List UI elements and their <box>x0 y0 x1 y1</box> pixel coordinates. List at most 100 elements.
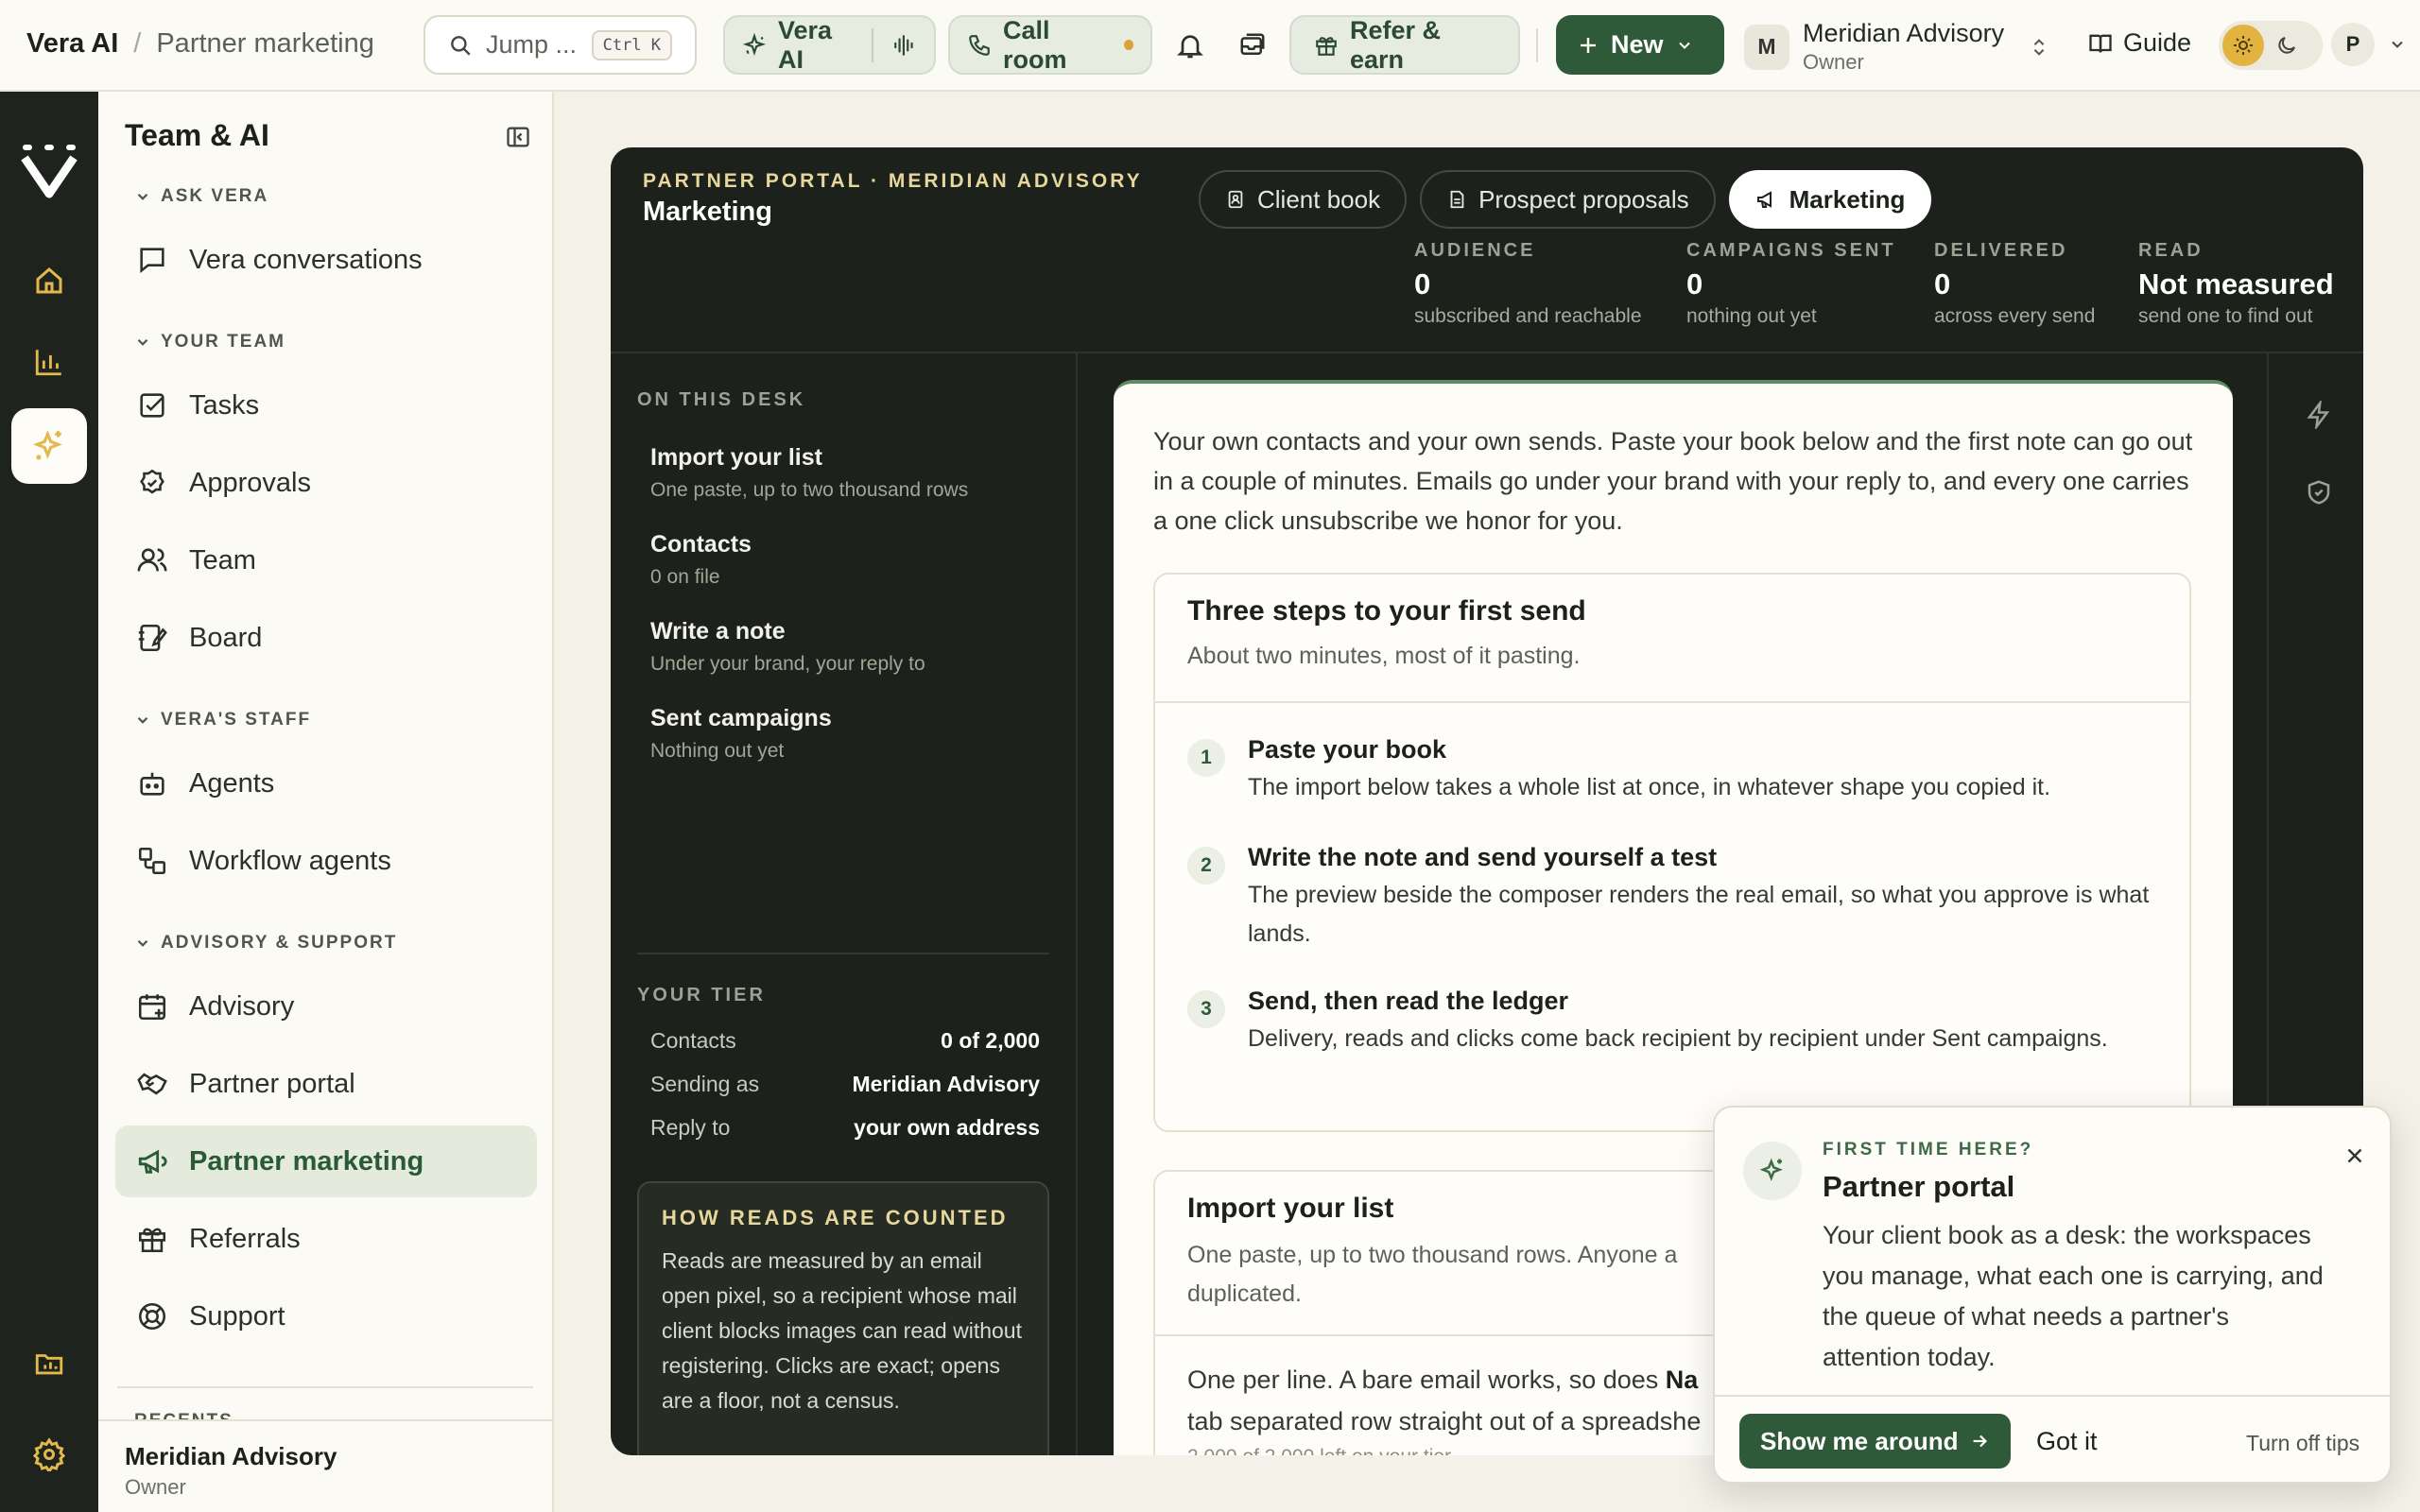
gift-icon <box>138 1228 166 1253</box>
step-desc: The preview beside the composer renders … <box>1248 882 2150 947</box>
step-number: 3 <box>1187 990 1225 1028</box>
sidebar-item-partner-marketing[interactable]: Partner marketing <box>115 1125 537 1197</box>
tab-marketing[interactable]: Marketing <box>1728 170 1932 229</box>
search-shortcut: Ctrl K <box>591 29 672 60</box>
import-subtitle-line-1: One paste, up to two thousand rows. Anyo… <box>1187 1242 1678 1268</box>
settings-gear-icon[interactable] <box>28 1434 70 1475</box>
folder-chart-icon[interactable] <box>28 1343 70 1384</box>
search-box[interactable]: Jump ... Ctrl K <box>424 15 697 75</box>
desk-link-write-note[interactable]: Write a note Under your brand, your repl… <box>650 618 925 676</box>
bot-icon <box>140 772 164 796</box>
divider <box>637 953 1049 954</box>
import-instructions-bold: Na <box>1665 1366 1699 1394</box>
sidebar-item-workflow-agents[interactable]: Workflow agents <box>115 825 537 897</box>
step-number: 2 <box>1187 847 1225 885</box>
bell-icon[interactable] <box>1171 26 1209 64</box>
sidebar-item-label: Vera conversations <box>189 244 423 275</box>
tab-prospect-proposals[interactable]: Prospect proposals <box>1420 170 1716 229</box>
section-label: ASK VERA <box>161 186 269 206</box>
panel-eyebrow: PARTNER PORTAL · MERIDIAN ADVISORY <box>643 170 1143 192</box>
stat-audience: AUDIENCE 0 subscribed and reachable <box>1414 240 1642 328</box>
panel-tabs: Client book Prospect proposals Marketing <box>1199 170 1932 229</box>
call-room-button[interactable]: Call room <box>948 15 1152 75</box>
guide-button[interactable]: Guide <box>2087 28 2191 58</box>
sidebar-item-advisory[interactable]: Advisory <box>115 971 537 1042</box>
sun-icon[interactable] <box>2222 25 2264 66</box>
home-icon[interactable] <box>28 260 70 301</box>
account-role: Owner <box>1803 50 1864 74</box>
tab-label: Client book <box>1257 184 1381 214</box>
tier-key: Reply to <box>650 1115 731 1140</box>
chat-bubble-icon <box>140 248 164 273</box>
note-body: Reads are measured by an email open pixe… <box>662 1248 1022 1413</box>
sidebar-item-support[interactable]: Support <box>115 1280 537 1352</box>
arrow-right-icon <box>1974 1435 1988 1448</box>
sidebar-item-team[interactable]: Team <box>115 524 537 596</box>
breadcrumb-page: Partner marketing <box>156 28 374 59</box>
account-switcher[interactable]: M Meridian Advisory Owner <box>1744 19 2049 75</box>
desk-link-import[interactable]: Import your list One paste, up to two th… <box>650 444 968 502</box>
sidebar-account-footer[interactable]: Meridian Advisory Owner <box>98 1419 552 1512</box>
inbox-icon[interactable] <box>1234 26 1271 64</box>
desk-link-contacts[interactable]: Contacts 0 on file <box>650 531 752 589</box>
sidebar-item-label: Partner portal <box>189 1068 355 1099</box>
tip-title: Partner portal <box>1823 1170 2015 1203</box>
analytics-icon[interactable] <box>28 341 70 383</box>
vera-ai-label: Vera AI <box>778 15 833 74</box>
voice-waveform-icon[interactable] <box>892 33 917 58</box>
breadcrumb-app[interactable]: Vera AI <box>26 28 118 60</box>
vera-logo[interactable] <box>21 143 78 199</box>
user-avatar: P <box>2331 23 2375 66</box>
account-name: Meridian Advisory <box>1803 19 2005 47</box>
tip-body: Your client book as a desk: the workspac… <box>1823 1221 2324 1371</box>
collapse-sidebar-icon[interactable] <box>505 124 531 150</box>
show-me-around-button[interactable]: Show me around <box>1739 1414 2012 1469</box>
stat-sub: across every send <box>1934 305 2096 327</box>
desk-eyebrow: ON THIS DESK <box>637 389 806 410</box>
status-dot <box>1124 40 1133 50</box>
account-avatar: M <box>1744 24 1789 70</box>
desk-link-sent-campaigns[interactable]: Sent campaigns Nothing out yet <box>650 705 832 763</box>
moon-icon[interactable] <box>2275 34 2298 57</box>
tab-label: Prospect proposals <box>1478 184 1689 214</box>
sidebar-item-agents[interactable]: Agents <box>115 747 537 819</box>
user-menu[interactable]: P <box>2331 23 2407 66</box>
app-rail <box>0 92 98 1512</box>
sidebar-item-tasks[interactable]: Tasks <box>115 369 537 441</box>
turn-off-tips-button[interactable]: Turn off tips <box>2246 1431 2360 1456</box>
theme-toggle[interactable] <box>2219 21 2323 70</box>
stat-value: 0 <box>1686 267 1703 301</box>
first-time-tip-popover: FIRST TIME HERE? Partner portal Your cli… <box>1713 1106 2392 1484</box>
search-icon <box>448 33 473 58</box>
tier-key: Contacts <box>650 1028 736 1053</box>
checkbox-icon <box>140 393 164 418</box>
new-button[interactable]: New <box>1556 15 1724 75</box>
section-label: VERA'S STAFF <box>161 710 312 730</box>
first-send-steps: Three steps to your first send About two… <box>1153 573 2191 1132</box>
shield-check-icon[interactable] <box>2305 478 2333 507</box>
vera-ai-button[interactable]: Vera AI <box>723 15 936 75</box>
lightning-icon[interactable] <box>2305 401 2333 429</box>
sidebar-item-referrals[interactable]: Referrals <box>115 1203 537 1275</box>
tab-client-book[interactable]: Client book <box>1199 170 1408 229</box>
sidebar-item-label: Partner marketing <box>189 1145 424 1177</box>
close-icon[interactable] <box>2342 1143 2367 1168</box>
sidebar-item-label: Workflow agents <box>189 845 391 876</box>
section-your-team[interactable]: YOUR TEAM <box>134 332 285 352</box>
desk-link-sub: Nothing out yet <box>650 740 785 762</box>
got-it-button[interactable]: Got it <box>2036 1427 2098 1456</box>
sidebar-item-approvals[interactable]: Approvals <box>115 447 537 519</box>
section-advisory-support[interactable]: ADVISORY & SUPPORT <box>134 933 397 954</box>
sidebar-item-board[interactable]: Board <box>115 602 537 674</box>
section-ask-vera[interactable]: ASK VERA <box>134 186 268 207</box>
refer-earn-button[interactable]: Refer & earn <box>1289 15 1520 75</box>
stat-label: READ <box>2138 240 2204 261</box>
sparkle-icon <box>742 32 767 58</box>
step-title: Send, then read the ledger <box>1248 987 1569 1015</box>
team-ai-icon[interactable] <box>11 408 87 484</box>
sidebar-item-vera-conversations[interactable]: Vera conversations <box>115 224 537 296</box>
sidebar-item-partner-portal[interactable]: Partner portal <box>115 1048 537 1120</box>
section-veras-staff[interactable]: VERA'S STAFF <box>134 710 311 730</box>
desk-link-title: Import your list <box>650 444 822 471</box>
chevron-down-icon <box>137 193 148 200</box>
